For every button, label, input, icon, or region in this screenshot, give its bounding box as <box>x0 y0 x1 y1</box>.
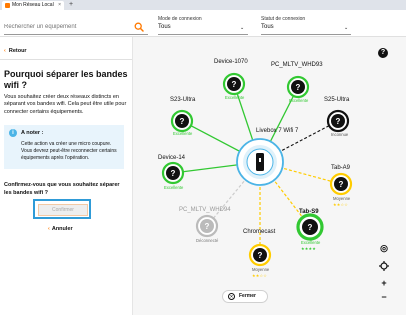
mode-filter-select[interactable]: Tous <box>158 24 171 30</box>
info-note: i A noter : Cette action va créer une mi… <box>4 125 124 169</box>
device-14-question-icon: ? <box>171 169 176 178</box>
device-name-pc-mltv-whd94: PC_MLTV_WHD94 <box>179 207 231 213</box>
device-status-chromecast: Moyenne <box>252 267 270 272</box>
tab-close-icon[interactable]: × <box>58 1 61 10</box>
device-name-chromecast: Chromecast <box>243 229 276 235</box>
hub-node[interactable] <box>236 138 284 186</box>
chromecast-question-icon: ? <box>258 251 263 260</box>
device-status-s25-ultra: Inconnue <box>331 132 349 137</box>
device-name-s25-ultra: S25-Ultra <box>324 97 350 103</box>
search-input[interactable] <box>4 24 124 30</box>
device-status-tab-a9: Moyenne <box>333 196 351 201</box>
close-map-button[interactable]: ✕ Fermer <box>222 290 268 303</box>
confirm-button[interactable]: Confirmer <box>38 204 88 216</box>
tab-a9-question-icon: ? <box>339 180 344 189</box>
device-node-device-14[interactable]: ? <box>161 161 185 185</box>
s23-ultra-question-icon: ? <box>180 117 185 126</box>
back-link[interactable]: ‹ Retour <box>4 48 27 54</box>
back-label: Retour <box>8 48 27 54</box>
device-node-s23-ultra[interactable]: ? <box>170 109 194 133</box>
pc-mltv-whd93-question-icon: ? <box>296 83 301 92</box>
status-filter-underline <box>261 34 351 35</box>
new-tab-button[interactable]: + <box>69 0 73 10</box>
note-body: Cette action va créer une micro coupure.… <box>21 141 117 161</box>
device-stars-tab-s9: ★★★★ <box>301 246 316 251</box>
device-node-tab-s9[interactable]: ? <box>296 213 324 241</box>
browser-tab-bar: Mon Réseau Local × + <box>0 0 406 10</box>
network-graph: Livebox 7 Wifi 7 ? Device-1070 Excellent… <box>158 59 353 278</box>
mode-chevron-down-icon[interactable]: ⌄ <box>240 25 244 31</box>
device-status-pc-mltv-whd94: Déconnecté <box>196 238 219 243</box>
panel-divider <box>0 59 132 60</box>
device-1070-question-icon: ? <box>232 80 237 89</box>
cancel-label: Annuler <box>51 226 73 232</box>
device-name-s23-ultra: S23-Ultra <box>170 97 196 103</box>
device-node-device-1070[interactable]: ? <box>222 72 246 96</box>
device-status-device-1070: Excellente <box>225 95 245 100</box>
search-underline <box>4 34 148 35</box>
status-filter-label: Statut de connexion <box>261 16 306 22</box>
network-map[interactable]: Livebox 7 Wifi 7 ? Device-1070 Excellent… <box>133 37 406 315</box>
note-title: A noter : <box>21 130 44 136</box>
confirm-question: Confirmez-vous que vous souhaitez sépare… <box>4 182 120 196</box>
device-status-pc-mltv-whd93: Excellente <box>289 98 309 103</box>
chevron-left-icon: ‹ <box>48 226 50 232</box>
device-name-device-14: Device-14 <box>158 155 186 161</box>
zoom-out-button[interactable]: − <box>379 292 389 302</box>
pc-mltv-whd94-question-icon: ? <box>205 222 210 231</box>
mode-filter-label: Mode de connexion <box>158 16 202 22</box>
chevron-left-icon: ‹ <box>4 48 6 54</box>
mode-filter-underline <box>158 34 248 35</box>
left-panel: ‹ Retour Pourquoi séparer les bandes wifi… <box>0 37 133 315</box>
filter-bar: Mode de connexion Tous ⌄ Statut de conne… <box>0 10 406 37</box>
cancel-link[interactable]: ‹ Annuler <box>48 226 73 232</box>
zoom-in-button[interactable]: + <box>379 278 389 288</box>
tab-s9-question-icon: ? <box>308 223 313 232</box>
search-icon[interactable] <box>134 22 144 32</box>
page-title: Pourquoi séparer les bandes wifi ? <box>4 69 128 90</box>
device-node-tab-a9[interactable]: ? <box>329 172 353 196</box>
device-status-tab-s9: Excellente <box>301 240 321 245</box>
device-status-s23-ultra: Excellente <box>173 131 193 136</box>
device-node-chromecast[interactable]: ? <box>248 243 272 267</box>
device-node-s25-ultra[interactable]: ? <box>326 109 350 133</box>
orange-favicon-icon <box>5 3 10 8</box>
hub-label: Livebox 7 Wifi 7 <box>256 128 299 134</box>
device-stars-tab-a9: ★★☆☆ <box>333 202 348 207</box>
device-name-device-1070: Device-1070 <box>214 59 248 65</box>
confirm-button-focus-ring: Confirmer <box>33 199 91 219</box>
browser-tab-title: Mon Réseau Local <box>12 2 54 8</box>
device-name-tab-s9: Tab-S9 <box>299 209 319 215</box>
description-text: Vous souhaitez créer deux réseaux distin… <box>4 94 127 115</box>
locate-icon[interactable] <box>379 261 389 271</box>
recenter-icon[interactable]: ◎ <box>379 243 389 253</box>
device-node-pc-mltv-whd94[interactable]: ? <box>195 214 219 238</box>
help-button[interactable]: ? <box>378 48 388 58</box>
close-icon: ✕ <box>228 293 235 300</box>
device-status-device-14: Excellente <box>164 185 184 190</box>
info-icon: i <box>9 129 17 137</box>
browser-tab[interactable]: Mon Réseau Local × <box>2 1 64 10</box>
status-chevron-down-icon[interactable]: ⌄ <box>344 25 348 31</box>
device-name-pc-mltv-whd93: PC_MLTV_WHD93 <box>271 62 323 68</box>
device-stars-chromecast: ★★☆☆ <box>252 273 267 278</box>
close-label: Fermer <box>239 293 256 299</box>
s25-ultra-question-icon: ? <box>336 117 341 126</box>
device-node-pc-mltv-whd93[interactable]: ? <box>286 75 310 99</box>
device-name-tab-a9: Tab-A9 <box>331 165 351 171</box>
status-filter-select[interactable]: Tous <box>261 24 274 30</box>
